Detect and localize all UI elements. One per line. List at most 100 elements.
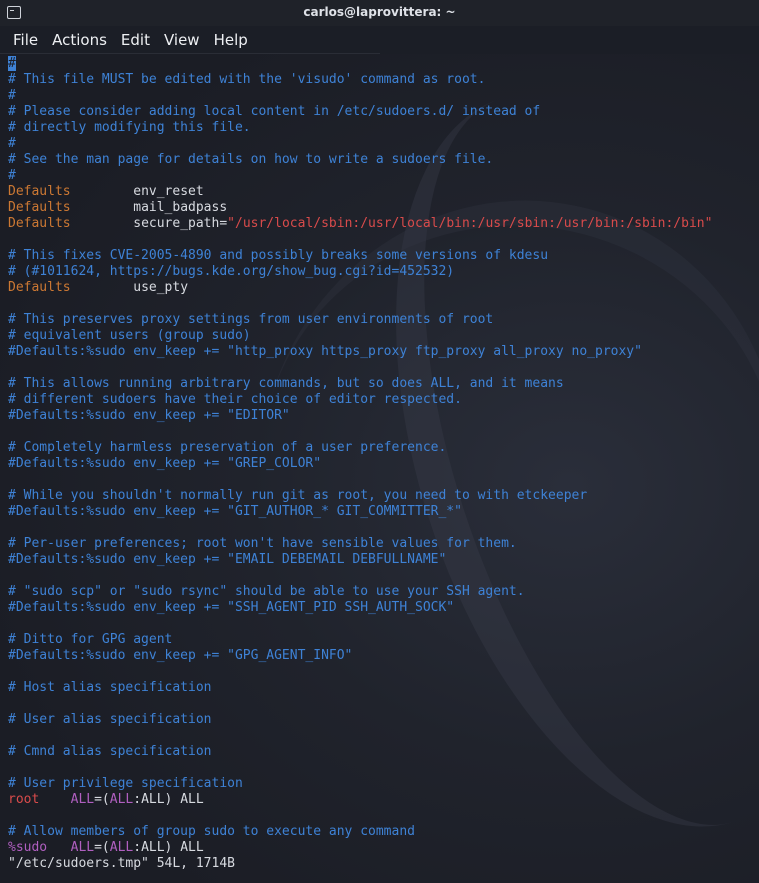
editor-line: # bbox=[8, 168, 759, 184]
line-segment: # This file MUST be edited with the 'vis… bbox=[8, 72, 486, 87]
line-segment: #Defaults:%sudo env_keep += "http_proxy … bbox=[8, 344, 642, 359]
line-segment: # Host alias specification bbox=[8, 680, 212, 695]
line-segment bbox=[39, 792, 70, 807]
line-segment: #Defaults:%sudo env_keep += "EDITOR" bbox=[8, 408, 290, 423]
line-segment: Defaults bbox=[8, 216, 71, 231]
line-segment: # This fixes CVE-2005-4890 and possibly … bbox=[8, 248, 549, 263]
line-segment: "/usr/local/sbin:/usr/local/bin:/usr/sbi… bbox=[227, 216, 713, 231]
editor-line: #Defaults:%sudo env_keep += "EDITOR" bbox=[8, 408, 759, 424]
editor-text-area[interactable]: # # This file MUST be edited with the 'vi… bbox=[8, 56, 759, 872]
line-segment: # bbox=[8, 168, 16, 183]
editor-line: # bbox=[8, 56, 759, 72]
line-segment: # Per-user preferences; root won't have … bbox=[8, 536, 517, 551]
editor-line: # See the man page for details on how to… bbox=[8, 152, 759, 168]
line-segment: Defaults bbox=[8, 184, 71, 199]
line-segment: # Completely harmless preservation of a … bbox=[8, 440, 447, 455]
line-segment: #Defaults:%sudo env_keep += "GREP_COLOR" bbox=[8, 456, 322, 471]
line-segment: # (#1011624, https://bugs.kde.org/show_b… bbox=[8, 264, 455, 279]
editor-line: # bbox=[8, 136, 759, 152]
line-segment: # different sudoers have their choice of… bbox=[8, 392, 462, 407]
editor-line: # This file MUST be edited with the 'vis… bbox=[8, 72, 759, 88]
editor-line: # Completely harmless preservation of a … bbox=[8, 440, 759, 456]
editor-line: # "sudo scp" or "sudo rsync" should be a… bbox=[8, 584, 759, 600]
text-cursor: # bbox=[8, 56, 16, 71]
editor-line: Defaults mail_badpass bbox=[8, 200, 759, 216]
line-segment: # While you shouldn't normally run git a… bbox=[8, 488, 588, 503]
editor-line: # equivalent users (group sudo) bbox=[8, 328, 759, 344]
editor-line: #Defaults:%sudo env_keep += "GREP_COLOR" bbox=[8, 456, 759, 472]
editor-line: # directly modifying this file. bbox=[8, 120, 759, 136]
editor-line: #Defaults:%sudo env_keep += "SSH_AGENT_P… bbox=[8, 600, 759, 616]
line-segment: Defaults bbox=[8, 200, 71, 215]
terminal-window: carlos@laprovittera: ~ File Actions Edit… bbox=[0, 0, 759, 883]
menu-edit[interactable]: Edit bbox=[114, 31, 157, 49]
line-segment: ALL bbox=[70, 840, 95, 855]
line-segment: # Cmnd alias specification bbox=[8, 744, 212, 759]
menu-bar: File Actions Edit View Help bbox=[0, 26, 759, 54]
editor-line: root ALL=(ALL:ALL) ALL bbox=[8, 792, 759, 808]
window-title: carlos@laprovittera: ~ bbox=[303, 5, 456, 19]
editor-line: #Defaults:%sudo env_keep += "GPG_AGENT_I… bbox=[8, 648, 759, 664]
line-segment: # This preserves proxy settings from use… bbox=[8, 312, 494, 327]
line-segment: # See the man page for details on how to… bbox=[8, 152, 494, 167]
editor-line: # This preserves proxy settings from use… bbox=[8, 312, 759, 328]
editor-line: # (#1011624, https://bugs.kde.org/show_b… bbox=[8, 264, 759, 280]
line-segment: mail_badpass bbox=[70, 200, 228, 215]
line-segment: :ALL) ALL bbox=[133, 792, 204, 807]
editor-line: #Defaults:%sudo env_keep += "EMAIL DEBEM… bbox=[8, 552, 759, 568]
line-segment: # equivalent users (group sudo) bbox=[8, 328, 251, 343]
editor-line: # bbox=[8, 88, 759, 104]
line-segment: "/etc/sudoers.tmp" 54L, 1714B bbox=[8, 856, 235, 871]
line-segment: ALL bbox=[109, 792, 134, 807]
line-segment: use_pty bbox=[70, 280, 189, 295]
line-segment: # bbox=[8, 88, 16, 103]
menu-divider bbox=[0, 53, 380, 54]
line-segment: root bbox=[8, 792, 40, 807]
editor-line: # Ditto for GPG agent bbox=[8, 632, 759, 648]
line-segment: :ALL) ALL bbox=[133, 840, 204, 855]
editor-line: # While you shouldn't normally run git a… bbox=[8, 488, 759, 504]
editor-line: # User privilege specification bbox=[8, 776, 759, 792]
line-segment: env_reset bbox=[70, 184, 204, 199]
editor-line: # User alias specification bbox=[8, 712, 759, 728]
line-segment: %sudo bbox=[8, 840, 48, 855]
editor-line: # Per-user preferences; root won't have … bbox=[8, 536, 759, 552]
editor-line: # Host alias specification bbox=[8, 680, 759, 696]
line-segment: # Ditto for GPG agent bbox=[8, 632, 173, 647]
line-segment: #Defaults:%sudo env_keep += "EMAIL DEBEM… bbox=[8, 552, 447, 567]
line-segment: =( bbox=[94, 840, 110, 855]
editor-line: # Allow members of group sudo to execute… bbox=[8, 824, 759, 840]
line-segment: # This allows running arbitrary commands… bbox=[8, 376, 564, 391]
title-bar[interactable]: carlos@laprovittera: ~ bbox=[0, 0, 759, 26]
editor-line: # This allows running arbitrary commands… bbox=[8, 376, 759, 392]
status-line: "/etc/sudoers.tmp" 54L, 1714B bbox=[8, 856, 759, 872]
line-segment: # Allow members of group sudo to execute… bbox=[8, 824, 415, 839]
line-segment: ALL bbox=[109, 840, 134, 855]
menu-view[interactable]: View bbox=[157, 31, 207, 49]
editor-line: #Defaults:%sudo env_keep += "GIT_AUTHOR_… bbox=[8, 504, 759, 520]
editor-line: # different sudoers have their choice of… bbox=[8, 392, 759, 408]
menu-file[interactable]: File bbox=[6, 31, 45, 49]
line-segment: ALL bbox=[70, 792, 95, 807]
line-segment: # User alias specification bbox=[8, 712, 212, 727]
line-segment: #Defaults:%sudo env_keep += "SSH_AGENT_P… bbox=[8, 600, 455, 615]
line-segment bbox=[47, 840, 70, 855]
line-segment: # User privilege specification bbox=[8, 776, 243, 791]
editor-line: # Cmnd alias specification bbox=[8, 744, 759, 760]
menu-help[interactable]: Help bbox=[207, 31, 255, 49]
editor-line: # Please consider adding local content i… bbox=[8, 104, 759, 120]
line-segment: #Defaults:%sudo env_keep += "GIT_AUTHOR_… bbox=[8, 504, 462, 519]
editor-line: %sudo ALL=(ALL:ALL) ALL bbox=[8, 840, 759, 856]
editor-line: # This fixes CVE-2005-4890 and possibly … bbox=[8, 248, 759, 264]
menu-actions[interactable]: Actions bbox=[45, 31, 114, 49]
line-segment: # directly modifying this file. bbox=[8, 120, 251, 135]
